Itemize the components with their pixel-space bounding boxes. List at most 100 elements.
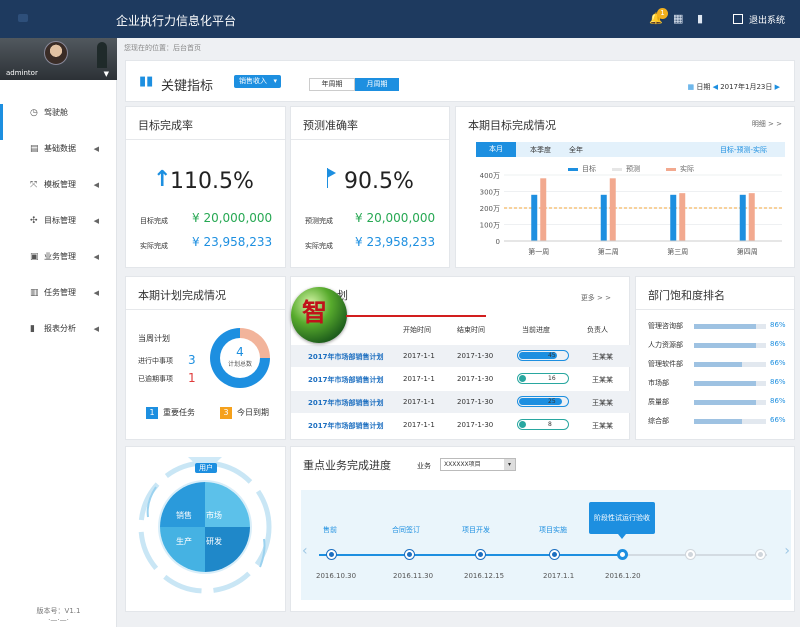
card-title: 预测准确率 xyxy=(303,119,358,132)
table-row[interactable]: 2017年市场部销售计划 2017-1-1 2017-1-30 8 王某某 xyxy=(291,414,631,436)
y-tick-label: 100万 xyxy=(480,222,500,230)
actual-label: 实际完成 xyxy=(305,242,333,250)
stage-dot[interactable] xyxy=(327,550,336,559)
quadrant-sales[interactable]: 销售 xyxy=(176,510,192,521)
timeline-prev-icon[interactable]: ‹ xyxy=(302,543,308,559)
important-tasks-tag[interactable]: 1 重要任务 xyxy=(146,407,195,419)
quadrant-production[interactable]: 生产 xyxy=(176,536,192,547)
stage-dot-future[interactable] xyxy=(686,550,695,559)
plan-total-label: 计划总数 xyxy=(227,361,252,368)
department-name: 质量部 xyxy=(648,398,669,406)
version-info: 版本号：V1.1 ·—·—· xyxy=(0,607,117,625)
chevron-left-icon: ◀ xyxy=(93,145,99,153)
toggle-yearly[interactable]: 年周期 xyxy=(309,78,355,91)
card-title: 目标完成率 xyxy=(138,119,193,132)
target-rate-card: 目标完成率 ↑ 110.5% 目标完成 ¥ 20,000,000 实际完成 ¥ … xyxy=(125,106,286,268)
plan-name[interactable]: 2017年市场部销售计划 xyxy=(308,398,383,408)
table-row[interactable]: 2017年市场部销售计划 2017-1-1 2017-1-30 45 王某某 xyxy=(291,345,631,367)
more-link[interactable]: 更多 > > xyxy=(581,293,611,303)
stage-dot[interactable] xyxy=(550,550,559,559)
stage-dot-current[interactable] xyxy=(618,550,627,559)
ranking-row: 市场部 86% xyxy=(648,378,788,390)
goal-chart-card: 本期目标完成情况 明细 > > 本月 本季度 全年 目标-预测-实际 目标 预测 实… xyxy=(455,106,795,268)
user-profile[interactable]: admintor ▼ xyxy=(0,38,117,80)
saturation-bar xyxy=(694,400,766,405)
user-wheel-card: 用户 销售 市场 生产 研发 xyxy=(125,446,286,612)
tab-quarter[interactable]: 本季度 xyxy=(530,145,551,155)
progress-bar: 8 xyxy=(517,419,569,430)
stage-dot[interactable] xyxy=(405,550,414,559)
next-date-icon[interactable]: ▶ xyxy=(775,83,780,91)
forecast-rate-value: 90.5% xyxy=(344,169,414,194)
timeline-next-icon[interactable]: › xyxy=(784,543,790,559)
tab-year[interactable]: 全年 xyxy=(569,145,583,155)
sidebar-item-reports[interactable]: ▮ 报表分析 ◀ xyxy=(0,320,117,356)
toggle-monthly[interactable]: 月周期 xyxy=(355,78,399,91)
progress-value: 8 xyxy=(548,421,552,428)
plan-name[interactable]: 2017年市场部销售计划 xyxy=(308,352,383,362)
bar-chart-icon[interactable]: ▮ xyxy=(697,12,703,25)
detail-link[interactable]: 明细 > > xyxy=(752,119,782,129)
progress-bar: 25 xyxy=(517,396,569,407)
plan-name[interactable]: 2017年市场部销售计划 xyxy=(308,421,383,431)
app-title: 企业执行力信息化平台 xyxy=(116,14,237,28)
progress-value: 45 xyxy=(548,352,556,359)
divider xyxy=(636,309,794,310)
tab-target-forecast-actual[interactable]: 目标-预测-实际 xyxy=(720,145,767,155)
saturation-bar xyxy=(694,381,766,386)
plan-start: 2017-1-1 xyxy=(403,352,435,360)
table-row[interactable]: 2017年市场部销售计划 2017-1-1 2017-1-30 16 王某某 xyxy=(291,368,631,390)
stage-label: 合同签订 xyxy=(392,526,420,534)
due-today-tag[interactable]: 3 今日到期 xyxy=(220,407,269,419)
tab-month[interactable]: 本月 xyxy=(476,142,516,157)
prev-date-icon[interactable]: ◀ xyxy=(713,83,718,91)
saturation-percent: 66% xyxy=(770,416,786,424)
sidebar-item-tasks[interactable]: ▥ 任务管理 ◀ xyxy=(0,284,117,320)
col-owner: 负责人 xyxy=(587,326,608,334)
plan-name[interactable]: 2017年市场部销售计划 xyxy=(308,375,383,385)
sidebar-item-base-data[interactable]: ▤ 基础数据 ◀ xyxy=(0,140,117,176)
actual-label: 实际完成 xyxy=(140,242,168,250)
business-icon: ▣ xyxy=(30,252,39,262)
sidebar-item-label: 驾驶舱 xyxy=(44,108,68,117)
legend-swatch xyxy=(666,168,676,171)
sidebar-item-label: 目标管理 xyxy=(44,216,76,225)
stage-dot-future[interactable] xyxy=(756,550,765,559)
quadrant-market[interactable]: 市场 xyxy=(206,510,222,521)
bar xyxy=(609,178,616,241)
logout-button[interactable]: 退出系统 xyxy=(733,13,785,26)
metric-select[interactable]: 销售收入 xyxy=(234,75,281,88)
quadrant-rnd[interactable]: 研发 xyxy=(206,536,222,547)
business-select-value: XXXXXX项目 xyxy=(444,461,481,468)
overdue-label: 已逾期事项 xyxy=(138,375,173,383)
current-stage-callout[interactable]: 阶段性试运行验收 xyxy=(589,502,655,539)
due-today-count: 3 xyxy=(220,407,232,419)
sidebar-item-targets[interactable]: ✣ 目标管理 ◀ xyxy=(0,212,117,248)
chevron-left-icon: ◀ xyxy=(93,325,99,333)
sidebar-item-business[interactable]: ▣ 业务管理 ◀ xyxy=(0,248,117,284)
filter-label: 业务 xyxy=(417,462,431,470)
business-select[interactable]: XXXXXX项目 ▾ xyxy=(440,458,516,471)
legend-label: 预测 xyxy=(626,164,640,173)
notification-badge: 1 xyxy=(657,8,668,19)
user-label: 用户 xyxy=(195,463,217,473)
ranking-row: 管理咨询部 86% xyxy=(648,321,788,333)
department-name: 综合部 xyxy=(648,417,669,425)
y-tick-label: 300万 xyxy=(480,189,500,197)
chevron-down-icon[interactable]: ▼ xyxy=(104,70,109,78)
card-title: 部门饱和度排名 xyxy=(648,289,725,302)
table-row[interactable]: 2017年市场部销售计划 2017-1-1 2017-1-30 25 王某某 xyxy=(291,391,631,413)
department-ranking-card: 部门饱和度排名 管理咨询部 86% 人力资源部 86% 管理软件部 66% 市场部 86% 质量… xyxy=(635,276,795,440)
chevron-left-icon: ◀ xyxy=(93,217,99,225)
bar xyxy=(531,194,538,241)
logout-label: 退出系统 xyxy=(749,16,786,26)
app-logo xyxy=(18,14,28,22)
date-picker[interactable]: ▦ 日期 ◀ 2017年1月23日 ▶ xyxy=(687,82,780,92)
saturation-percent: 86% xyxy=(770,340,786,348)
sidebar-item-dashboard[interactable]: ◷ 驾驶舱 xyxy=(0,104,117,140)
sidebar-item-templates[interactable]: ⤧ 模板管理 ◀ xyxy=(0,176,117,212)
period-tabs: 本月 本季度 全年 目标-预测-实际 xyxy=(476,142,785,157)
avatar[interactable] xyxy=(44,41,68,65)
calendar-icon[interactable]: ▦ xyxy=(673,12,683,25)
stage-dot[interactable] xyxy=(476,550,485,559)
